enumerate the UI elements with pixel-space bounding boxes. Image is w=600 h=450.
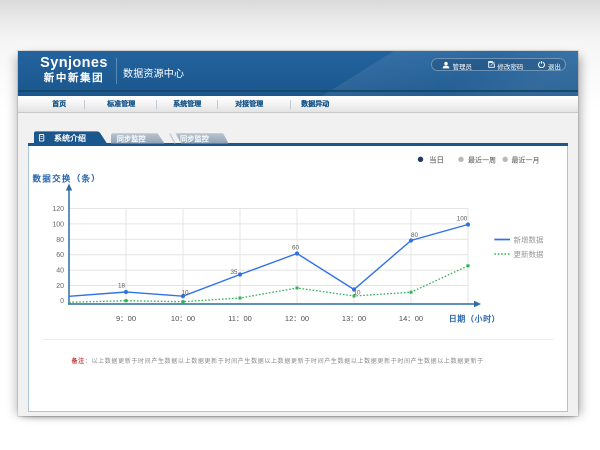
svg-text:100: 100 [52, 221, 64, 228]
svg-text:同步监控: 同步监控 [180, 135, 210, 144]
svg-text:10: 10 [353, 290, 361, 297]
svg-text:日期（小时）: 日期（小时） [449, 314, 501, 324]
svg-text:更新数据: 更新数据 [514, 249, 544, 259]
svg-text:13：00: 13：00 [342, 314, 366, 323]
svg-text:同步监控: 同步监控 [117, 135, 147, 144]
svg-text:14：00: 14：00 [399, 314, 423, 323]
svg-text:系统介绍: 系统介绍 [54, 133, 86, 143]
svg-text:120: 120 [52, 206, 64, 213]
svg-text:60: 60 [292, 245, 300, 252]
svg-text:9：00: 9：00 [116, 314, 136, 323]
svg-text:40: 40 [56, 268, 64, 275]
svg-text:数据交换（条）: 数据交换（条） [33, 174, 102, 184]
svg-text:35: 35 [230, 269, 238, 276]
svg-text:12：00: 12：00 [285, 314, 309, 323]
svg-text:100: 100 [457, 216, 468, 223]
svg-text:60: 60 [56, 252, 64, 259]
svg-text:11：00: 11：00 [228, 314, 252, 323]
svg-text:80: 80 [411, 232, 419, 239]
svg-text:10：00: 10：00 [171, 314, 195, 323]
svg-text:新增数据: 新增数据 [514, 235, 544, 245]
svg-text:18: 18 [118, 283, 126, 290]
svg-text:当日: 当日 [429, 154, 444, 164]
svg-text:0: 0 [60, 298, 64, 305]
svg-text:最近一月: 最近一月 [512, 155, 540, 164]
svg-text:80: 80 [56, 237, 64, 244]
svg-text:20: 20 [56, 283, 64, 290]
svg-text:10: 10 [181, 290, 189, 297]
svg-text:最近一周: 最近一周 [468, 155, 496, 164]
